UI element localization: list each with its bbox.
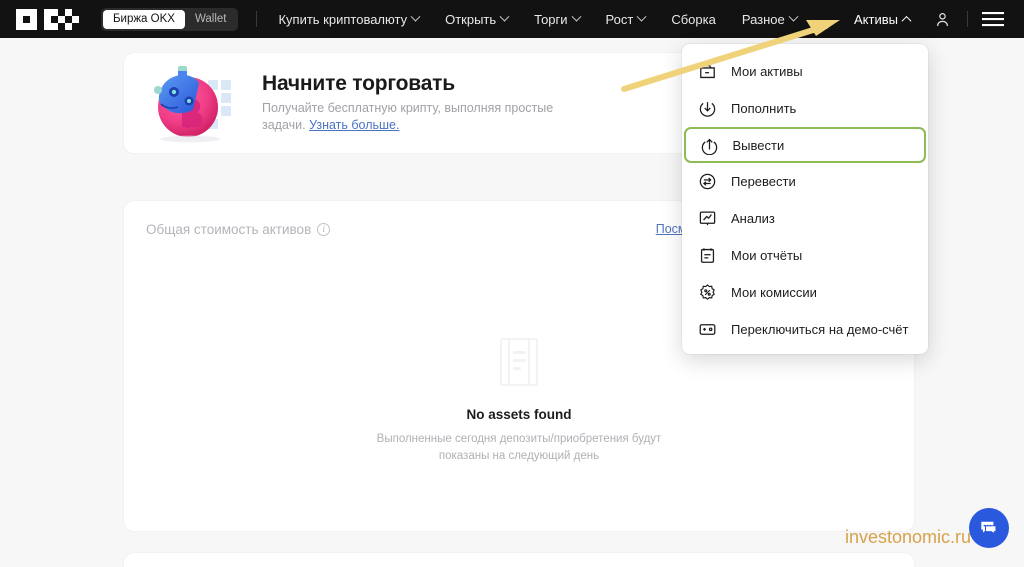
chevron-down-icon [788,11,799,22]
chevron-down-icon [571,11,581,22]
menu-item-label: Мои активы [731,64,803,79]
nav-item-label: Разное [741,11,785,27]
chat-bubble-icon [981,521,997,536]
profile-button[interactable] [925,0,959,38]
empty-document-icon [488,331,550,393]
nav-item-trade[interactable]: Торги [521,0,592,38]
menu-item-deposit[interactable]: Пополнить [682,90,928,127]
menu-item-demo-account[interactable]: Переключиться на демо-счёт [682,311,928,348]
nav-item-label: Торги [534,11,568,27]
watermark: investonomic.ru [845,527,972,547]
menu-item-label: Мои отчёты [731,248,803,263]
nav-item-assets[interactable]: Активы [841,0,923,38]
chevron-down-icon [636,11,647,22]
menu-item-fees[interactable]: Мои комиссии [682,274,928,311]
demo-account-icon [699,324,716,335]
nav-item-label: Рост [605,11,634,27]
page-title: Начните торговать [262,72,455,95]
nav-items: Купить криптовалюту Открыть Торги Рост С… [265,0,809,38]
chat-support-button[interactable] [969,508,1009,548]
menu-item-analysis[interactable]: Анализ [682,200,928,237]
promo-subtitle: Получайте бесплатную крипту, выполняя пр… [262,100,592,134]
next-section-card [124,553,914,567]
chevron-down-icon [410,11,421,22]
seg-wallet[interactable]: Wallet [185,10,237,29]
menu-item-my-assets[interactable]: Мои активы [682,53,928,90]
nav-item-open[interactable]: Открыть [432,0,521,38]
nav-item-misc[interactable]: Разное [729,0,810,38]
nav-divider [256,11,258,27]
nav-item-label: Сборка [671,11,716,27]
menu-item-transfer[interactable]: Перевести [682,163,928,200]
crypto-robot-illustration [142,60,246,146]
nav-item-label: Купить криптовалюту [278,11,408,27]
nav-item-buy-crypto[interactable]: Купить криптовалюту [265,0,432,38]
nav-item-label: Открыть [445,11,497,27]
chevron-up-icon [901,15,912,26]
user-icon [936,12,948,26]
menu-item-reports[interactable]: Мои отчёты [682,237,928,274]
assets-dropdown-menu: Мои активы Пополнить Вывести Перевести А… [682,44,928,354]
learn-more-link[interactable]: Узнать больше. [309,118,399,132]
wallet-icon [700,64,715,79]
menu-button[interactable] [976,0,1010,38]
deposit-arrow-down-icon [699,102,716,117]
analytics-icon [699,211,716,226]
top-navbar: Биржа OKX Wallet Купить криптовалюту Отк… [0,0,1024,38]
assets-total-label: Общая стоимость активов [146,221,312,237]
percent-badge-icon [700,284,715,300]
promo-text-block: Начните торговать Получайте бесплатную к… [262,72,592,134]
product-switch[interactable]: Биржа OKX Wallet [101,7,239,31]
nav-item-build[interactable]: Сборка [658,0,729,38]
nav-divider-2 [967,11,968,27]
empty-state-subtitle: Выполненные сегодня депозиты/приобретени… [376,433,662,462]
promo-subtitle-text: Получайте бесплатную крипту, выполняя пр… [262,101,554,132]
menu-item-label: Перевести [731,174,796,189]
withdraw-arrow-up-icon [701,138,717,155]
menu-item-withdraw[interactable]: Вывести [684,127,926,163]
chevron-down-icon [499,11,510,22]
menu-item-label: Переключиться на демо-счёт [731,322,909,337]
menu-item-label: Мои комиссии [731,285,817,300]
nav-item-label: Активы [854,11,898,27]
assets-total-label-group: Общая стоимость активов i [146,221,331,237]
menu-item-label: Анализ [731,211,775,226]
menu-item-label: Пополнить [731,101,797,116]
reports-clipboard-icon [700,248,715,263]
menu-item-label: Вывести [732,137,785,153]
nav-item-growth[interactable]: Рост [593,0,659,38]
info-icon[interactable]: i [317,222,331,236]
seg-exchange[interactable]: Биржа OKX [103,9,185,29]
empty-state-title: No assets found [466,407,572,422]
transfer-icon [699,173,716,190]
hamburger-icon [982,12,1004,27]
navbar-right-group: Активы [841,0,1024,38]
okx-logo[interactable] [16,8,79,30]
